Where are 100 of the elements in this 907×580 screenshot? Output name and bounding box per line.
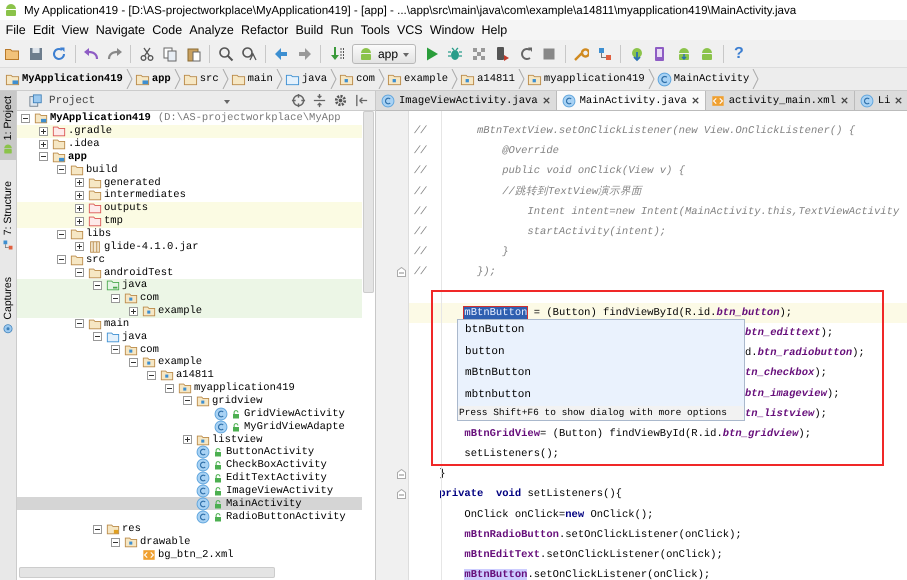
replace-icon[interactable] [241,46,257,62]
tree-item[interactable]: ButtonActivity [17,446,362,459]
tree-item[interactable]: res [17,523,362,536]
expand-toggle-icon[interactable] [39,152,48,162]
menu-item[interactable]: Navigate [92,23,149,37]
expand-toggle-icon[interactable] [129,306,138,316]
tree-item[interactable]: androidTest [17,266,362,279]
expand-toggle-icon[interactable] [75,268,84,278]
structure-icon[interactable] [596,46,613,62]
expand-toggle-icon[interactable] [111,538,120,547]
settings-icon[interactable] [333,93,348,108]
tree-item[interactable]: build [17,163,362,176]
editor-tab[interactable]: activity_main.xml [706,91,855,110]
fold-marker-icon[interactable] [397,489,406,500]
expand-toggle-icon[interactable] [39,140,48,149]
breadcrumb[interactable]: MyApplication419 [3,68,133,90]
expand-toggle-icon[interactable] [129,358,138,367]
tree-item[interactable]: src [17,253,362,266]
suggestion-item[interactable]: mbtnbutton [458,384,744,406]
close-icon[interactable] [690,96,700,105]
expand-toggle-icon[interactable] [75,190,84,200]
tree-item[interactable]: listview [17,433,362,446]
menu-item[interactable]: Help [478,23,511,37]
tree-item[interactable]: glide-4.1.0.jar [17,240,362,254]
menu-item[interactable]: File [2,23,30,37]
expand-toggle-icon[interactable] [21,114,30,123]
breadcrumb[interactable]: java [282,68,338,90]
expand-toggle-icon[interactable] [57,255,66,264]
expand-toggle-icon[interactable] [75,204,84,213]
search-icon[interactable] [218,46,234,62]
suggestion-item[interactable]: button [458,342,744,363]
menu-item[interactable]: Edit [29,23,58,37]
expand-toggle-icon[interactable] [183,396,192,406]
expand-toggle-icon[interactable] [183,435,192,444]
run-configuration-dropdown[interactable]: app [352,44,416,64]
menu-item[interactable]: Run [326,23,357,37]
expand-toggle-icon[interactable] [111,345,120,354]
redo-icon[interactable] [106,46,122,62]
tree-item[interactable]: EditTextActivity [17,472,362,484]
menu-item[interactable]: Window [426,23,478,37]
clipboard-icon[interactable] [186,46,202,62]
menu-item[interactable]: Code [148,23,186,37]
suggestion-item[interactable]: btnButton [458,320,744,342]
breadcrumb[interactable]: main [228,68,283,90]
tree-item[interactable]: generated [17,176,362,190]
help-button[interactable]: ? [731,44,747,62]
tree-item[interactable]: bg_btn_2.xml [17,548,362,562]
tree-item[interactable]: example [17,304,362,318]
tree-item[interactable]: GridViewActivity [17,407,362,420]
save-icon[interactable] [28,46,44,62]
editor-tab[interactable]: ImageViewActivity.java [376,91,557,110]
bug-icon[interactable] [447,46,464,62]
scrollbar[interactable] [363,111,374,293]
tree-item[interactable]: drawable [17,536,362,549]
breadcrumb[interactable]: example [384,68,458,90]
expand-toggle-icon[interactable] [93,332,102,342]
tree-item[interactable]: java [17,330,362,344]
tool-window-tab[interactable]: 7: Structure [0,176,16,256]
suggestion-item[interactable]: mBtnButton [458,363,744,384]
tree-item[interactable]: intermediates [17,189,362,202]
expand-toggle-icon[interactable] [75,242,84,252]
close-icon[interactable] [894,96,904,105]
tree-item[interactable]: outputs [17,202,362,215]
tool-window-tab[interactable]: 1: Project [0,91,16,160]
menu-item[interactable]: Refactor [237,23,292,37]
expand-toggle-icon[interactable] [75,319,84,328]
copy-icon[interactable] [162,46,178,62]
scrollbar[interactable] [19,567,275,578]
stop-icon[interactable] [541,46,558,62]
phone-icon[interactable] [494,46,510,62]
fold-marker-icon[interactable] [397,267,406,278]
menu-item[interactable]: Tools [356,23,394,37]
expand-toggle-icon[interactable] [39,126,48,136]
tree-item[interactable]: RadioButtonActivity [17,510,362,523]
menu-item[interactable]: Build [292,23,327,37]
download-arrow-icon[interactable] [328,46,344,62]
menu-item[interactable]: VCS [393,23,426,37]
tree-item[interactable]: MyGridViewAdapte [17,420,362,434]
hide-panel-icon[interactable] [354,93,369,108]
expand-toggle-icon[interactable] [75,216,84,226]
locate-icon[interactable] [291,93,306,108]
tree-item[interactable]: com [17,292,362,305]
tool-window-tab[interactable]: Captures [0,272,16,340]
editor-tab[interactable]: MainActivity.java [556,91,706,110]
close-icon[interactable] [542,96,551,105]
expand-toggle-icon[interactable] [147,370,156,380]
expand-toggle-icon[interactable] [165,384,174,393]
left-arrow-icon[interactable] [273,46,289,62]
tree-item[interactable]: tmp [17,214,362,228]
expand-toggle-icon[interactable] [93,280,102,290]
expand-toggle-icon[interactable] [57,165,66,174]
tree-item[interactable]: example [17,356,362,369]
expand-toggle-icon[interactable] [75,178,84,188]
tree-item[interactable]: MainActivity [17,497,362,510]
tree-item[interactable]: libs [17,228,362,240]
tree-item[interactable]: .gradle [17,124,362,138]
undo-icon[interactable] [83,46,99,62]
tree-item[interactable]: a14811 [17,368,362,382]
collapse-all-icon[interactable] [312,93,327,108]
breadcrumb[interactable]: a14811 [458,68,525,90]
